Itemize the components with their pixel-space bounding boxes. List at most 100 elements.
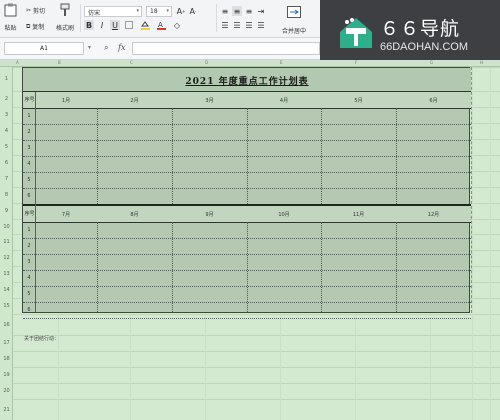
cut-button[interactable]: ✂ 剪切 [26,6,45,15]
merge-cells-icon [287,6,301,18]
grid-line [13,335,500,336]
ribbon-separator [216,4,217,32]
month-header: 7月 [61,212,71,218]
grid-line [13,367,500,368]
work-plan-table[interactable]: 2021 年度重点工作计划表 序号 1月 2月 3月 4月 5月 6月 1 2 3 4 5 6 序号 7月 8… [22,67,471,319]
row-number[interactable]: 20 [0,388,13,394]
row-number[interactable]: 12 [0,255,13,261]
row-index: 5 [27,177,31,183]
watermark-brand: ６６导航 [380,18,461,40]
scissors-icon: ✂ [26,7,32,14]
row-index: 6 [27,193,31,199]
column-border [35,92,36,312]
paste-button[interactable]: 粘贴 [4,3,17,32]
column-header[interactable]: G [430,60,433,65]
column-border [172,108,173,204]
clear-format-icon[interactable]: ◇ [172,20,182,30]
row-index: 1 [27,113,31,119]
bold-button[interactable]: B [84,20,94,30]
column-border [321,108,322,204]
row-number[interactable]: 14 [0,287,13,293]
row-number[interactable]: 21 [0,407,13,413]
column-border [172,222,173,312]
copy-button[interactable]: ⧉ 复制 [26,22,44,32]
grid-line [472,67,473,420]
row-index: 2 [27,243,31,249]
border-icon[interactable] [124,20,134,30]
row-number[interactable]: 7 [0,176,13,182]
row-number[interactable]: 3 [0,112,13,118]
column-border [97,222,98,312]
column-border [321,222,322,312]
name-box[interactable]: A1 [4,42,84,55]
row-number[interactable]: 1 [0,76,13,82]
column-border [247,222,248,312]
fill-color-icon[interactable] [140,20,150,30]
month-header: 4月 [279,98,289,104]
row-number[interactable]: 16 [0,322,13,328]
column-header[interactable]: A [16,60,19,65]
row-number[interactable]: 19 [0,372,13,378]
align-left-icon[interactable]: ☰ [220,20,230,30]
indent-icon[interactable]: ⇥ [256,6,266,16]
clipboard-icon [4,3,17,17]
row-index: 1 [27,227,31,233]
spreadsheet-grid[interactable]: ABCDEFGH 1 2 3 4 5 6 7 8 9 10 11 12 13 14 15 16 17 18 19 20… [0,60,500,420]
decrease-font-icon[interactable]: A- [188,6,198,16]
chevron-down-icon: ▾ [166,8,169,14]
row-number[interactable]: 18 [0,356,13,362]
row-number[interactable]: 17 [0,340,13,346]
zoom-icon[interactable]: ⌕ [104,43,108,53]
row-border [23,318,471,319]
column-header[interactable]: F [355,60,357,65]
row-number[interactable]: 11 [0,239,13,245]
row-number[interactable]: 2 [0,96,13,102]
align-bottom-icon[interactable]: ≡ [244,6,254,16]
column-border [97,108,98,204]
footnote-cell[interactable]: 关于团结行动： [24,335,59,342]
column-border [247,108,248,204]
align-middle-icon[interactable]: ≡ [232,6,242,16]
row-number[interactable]: 13 [0,271,13,277]
align-center-icon[interactable]: ☰ [232,20,242,30]
font-size-select[interactable]: 18 ▾ [146,6,172,17]
column-header[interactable]: D [205,60,208,65]
row-number[interactable]: 4 [0,128,13,134]
month-header: 11月 [352,212,365,218]
font-color-icon[interactable]: A [156,20,166,30]
month-header: 9月 [205,212,214,218]
sequence-header: 序号 [24,97,35,103]
row-number[interactable]: 6 [0,160,13,166]
column-header[interactable]: H [480,60,483,65]
align-top-icon[interactable]: ≡ [220,6,230,16]
row-index: 4 [27,161,31,167]
column-header[interactable]: C [130,60,133,65]
column-header[interactable]: B [58,60,61,65]
row-number[interactable]: 15 [0,303,13,309]
copy-icon: ⧉ [26,22,31,30]
grid-line [490,67,491,420]
month-header: 5月 [354,98,363,104]
title-cell[interactable]: 2021 年度重点工作计划表 [23,68,471,92]
row-number[interactable]: 10 [0,224,13,230]
fx-icon[interactable]: fx [118,43,125,52]
justify-icon[interactable]: ☰ [256,20,266,30]
underline-button[interactable]: U [110,20,120,30]
increase-font-icon[interactable]: A + [176,6,186,16]
column-border [396,222,397,312]
align-right-icon[interactable]: ☰ [244,20,254,30]
chevron-down-icon[interactable]: ▾ [88,44,91,51]
merge-center-button[interactable]: 合并居中 [282,6,306,35]
column-header[interactable]: E [280,60,283,65]
row-number[interactable]: 9 [0,208,13,214]
row-number[interactable]: 8 [0,192,13,198]
font-name-select[interactable]: 仿宋 ▾ [84,6,142,17]
format-painter-button[interactable]: 格式刷 [56,3,74,32]
month-header: 1月 [61,98,71,104]
watermark-overlay: ６６导航 66DAOHAN.COM [320,0,500,62]
formula-input[interactable] [132,42,320,55]
svg-text:A: A [158,21,163,29]
italic-button[interactable]: I [97,20,107,30]
page-title: 2021 年度重点工作计划表 [185,77,309,87]
row-number[interactable]: 5 [0,144,13,150]
